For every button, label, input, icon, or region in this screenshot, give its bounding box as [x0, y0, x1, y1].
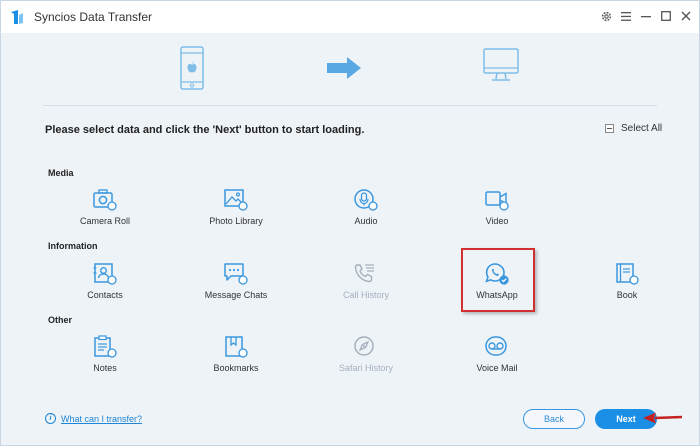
item-label: Book [616, 290, 638, 300]
item-label: Message Chats [204, 290, 268, 300]
close-icon[interactable] [677, 7, 695, 25]
message-chats-icon [224, 263, 248, 285]
photo-library-icon [224, 189, 248, 211]
menu-icon[interactable] [617, 7, 635, 25]
divider [43, 105, 657, 106]
iphone-device-icon [180, 46, 204, 90]
item-label: Contacts [87, 290, 123, 300]
item-label: Bookmarks [213, 363, 259, 373]
syncios-window: Syncios Data Transfer Please select data… [0, 0, 700, 446]
item-bookmarks[interactable]: Bookmarks [186, 335, 286, 387]
video-icon [485, 191, 509, 211]
safari-history-icon [354, 336, 374, 356]
item-label: Camera Roll [79, 216, 130, 226]
back-button[interactable]: Back [523, 409, 585, 429]
voice-mail-icon [485, 336, 507, 356]
red-pointer-arrow-icon [643, 412, 683, 424]
section-label-information: Information [48, 241, 98, 251]
select-all-label: Select All [621, 123, 663, 134]
item-voice-mail[interactable]: Voice Mail [447, 335, 547, 387]
title-bar: Syncios Data Transfer [1, 1, 699, 33]
transfer-arrow-icon [327, 57, 361, 79]
item-label: Notes [93, 363, 117, 373]
item-video[interactable]: Video [447, 188, 547, 240]
item-label: Voice Mail [476, 363, 518, 373]
computer-monitor-icon [483, 48, 519, 81]
settings-gear-icon[interactable] [597, 7, 615, 25]
checkbox-icon [605, 124, 614, 133]
transfer-direction-graphic [1, 33, 699, 105]
item-audio[interactable]: Audio [316, 188, 416, 240]
minimize-icon[interactable] [637, 7, 655, 25]
section-label-media: Media [48, 168, 74, 178]
call-history-icon [354, 264, 374, 283]
info-icon: i [45, 413, 56, 424]
item-label: Safari History [338, 363, 393, 373]
help-link-text: What can I transfer? [61, 413, 143, 424]
item-photo-library[interactable]: Photo Library [186, 188, 286, 240]
contacts-icon [93, 263, 117, 285]
audio-icon [354, 189, 378, 211]
syncios-logo-icon [11, 10, 23, 24]
section-label-other: Other [48, 315, 73, 325]
item-label: Video [485, 216, 509, 226]
instruction-text: Please select data and click the 'Next' … [45, 124, 365, 136]
what-can-i-transfer-link[interactable]: i What can I transfer? [45, 413, 142, 424]
item-label: Call History [342, 290, 389, 300]
item-label: Photo Library [209, 216, 263, 226]
book-icon [616, 263, 639, 285]
item-camera-roll[interactable]: Camera Roll [55, 188, 155, 240]
notes-icon [94, 335, 117, 358]
app-title: Syncios Data Transfer [34, 10, 153, 24]
item-message-chats[interactable]: Message Chats [186, 262, 286, 314]
item-contacts[interactable]: Contacts [55, 262, 155, 314]
item-call-history: Call History [316, 262, 416, 314]
maximize-icon[interactable] [657, 7, 675, 25]
whatsapp-highlight-box [461, 248, 535, 312]
item-label: Audio [354, 216, 378, 226]
select-all-checkbox[interactable]: Select All [605, 123, 662, 134]
item-safari-history: Safari History [316, 335, 416, 387]
item-notes[interactable]: Notes [55, 335, 155, 387]
camera-roll-icon [93, 189, 117, 211]
bookmarks-icon [225, 336, 248, 358]
item-book[interactable]: Book [577, 262, 677, 314]
